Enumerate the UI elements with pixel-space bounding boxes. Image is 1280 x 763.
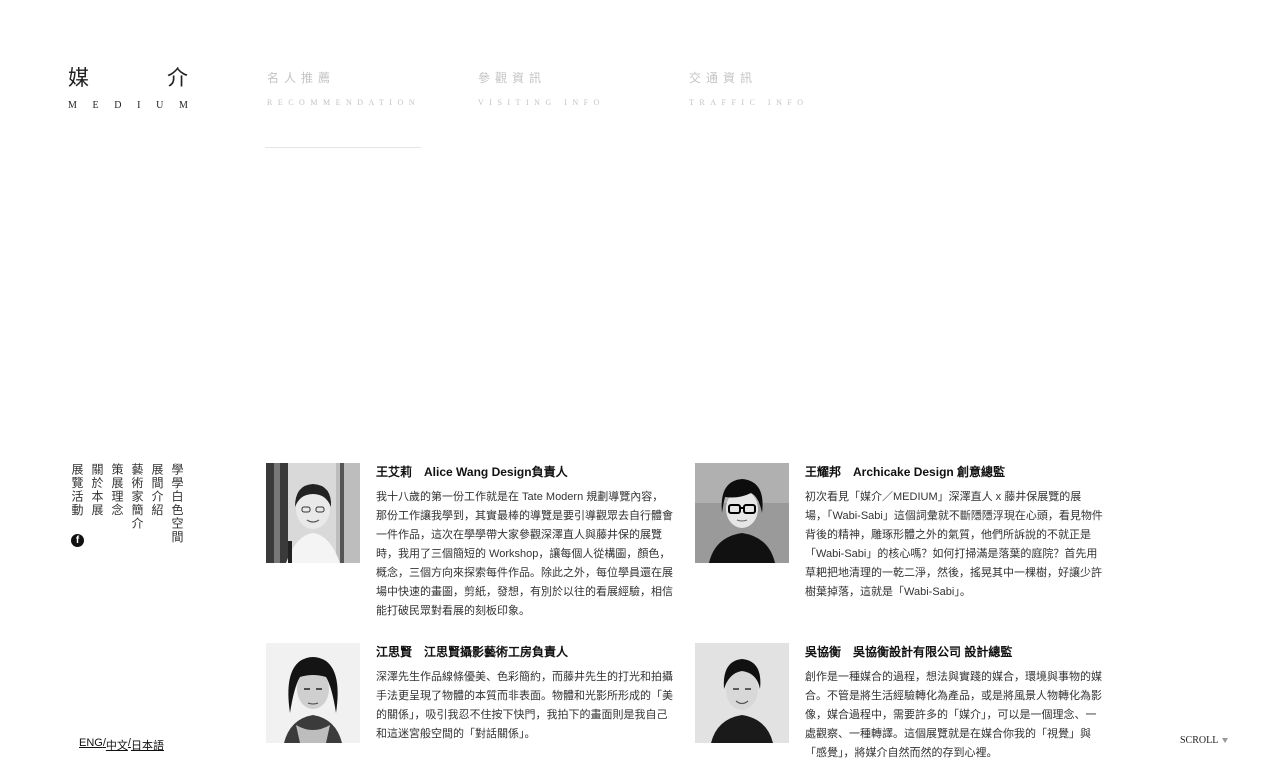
nav-visiting-info[interactable]: 參觀資訊 Visiting Info: [478, 70, 605, 107]
recommender-heading: 王艾莉 Alice Wang Design負責人: [376, 465, 674, 479]
portrait-photo: [266, 463, 360, 563]
portrait-photo: [695, 463, 789, 563]
nav-label-zh: 名人推薦: [267, 71, 336, 85]
site-logo[interactable]: 媒 介 M E D I U M: [68, 66, 188, 111]
logo-char: 媒: [68, 66, 89, 90]
logo-char: 介: [167, 66, 188, 90]
nav-label-en: Traffic Info: [689, 98, 809, 107]
recommendation-card: 吳協衡 吳協衡設計有限公司 設計總監 創作是一種媒合的過程，想法與實踐的媒合，環境…: [695, 643, 1103, 763]
recommendation-card: 江思賢 江思賢攝影藝術工房負責人 深澤先生作品線條優美、色彩簡約，而藤井先生的打光…: [266, 643, 674, 744]
scroll-label: SCROLL: [1180, 735, 1219, 746]
recommender-name: 江思賢: [376, 645, 413, 659]
logo-chinese: 媒 介: [68, 66, 188, 90]
nav-label-en: Recommendation: [267, 98, 420, 107]
recommendation-card: 王艾莉 Alice Wang Design負責人 我十八歲的第一份工作就是在 Ta…: [266, 463, 674, 621]
recommender-heading: 王耀邦 Archicake Design 創意總監: [805, 465, 1103, 479]
nav-label-en: Visiting Info: [478, 98, 605, 107]
nav-traffic-info[interactable]: 交通資訊 Traffic Info: [689, 70, 809, 107]
logo-letter: I: [137, 100, 141, 111]
recommender-name: 王耀邦: [805, 465, 842, 479]
language-ja-link[interactable]: 日本語: [131, 737, 164, 753]
side-menu-about[interactable]: 關於本展: [90, 463, 104, 544]
logo-letter: D: [114, 100, 122, 111]
logo-letter: M: [179, 100, 188, 111]
logo-letter: M: [68, 100, 77, 111]
nav-recommendation[interactable]: 名人推薦 Recommendation: [267, 70, 420, 107]
recommender-role: Alice Wang Design負責人: [424, 465, 568, 479]
recommendation-text: 深澤先生作品線條優美、色彩簡約，而藤井先生的打光和拍攝手法更呈現了物體的本質而非…: [376, 671, 673, 740]
recommendation-text: 初次看見「媒介／MEDIUM」深澤直人 x 藤井保展覽的展場，「Wabi-Sab…: [805, 491, 1103, 598]
nav-label-zh: 參觀資訊: [478, 71, 547, 85]
recommender-heading: 江思賢 江思賢攝影藝術工房負責人: [376, 645, 674, 659]
language-switcher: ENG / 中文 / 日本語: [79, 737, 164, 753]
logo-letter: E: [92, 100, 99, 111]
side-menu-curatorial-concept[interactable]: 策展理念: [110, 463, 124, 544]
recommender-role: Archicake Design 創意總監: [853, 465, 1006, 479]
recommender-role: 吳協衡設計有限公司 設計總監: [853, 645, 1013, 659]
side-menu-exhibition-events[interactable]: 展覽活動: [70, 463, 84, 544]
recommendation-text: 我十八歲的第一份工作就是在 Tate Modern 規劃導覽內容，那份工作讓我學…: [376, 491, 673, 617]
triangle-down-icon: [1222, 738, 1229, 743]
nav-label-zh: 交通資訊: [689, 71, 758, 85]
portrait-photo: [266, 643, 360, 743]
side-menu-xue-xue-white-space[interactable]: 學學白色空間: [170, 463, 184, 544]
language-eng-link[interactable]: ENG: [79, 737, 103, 753]
side-menu-artists[interactable]: 藝術家簡介: [130, 463, 144, 544]
recommender-role: 江思賢攝影藝術工房負責人: [424, 645, 569, 659]
recommendation-text: 創作是一種媒合的過程，想法與實踐的媒合，環境與事物的媒合。不管是將生活經驗轉化為…: [805, 671, 1102, 759]
recommender-heading: 吳協衡 吳協衡設計有限公司 設計總監: [805, 645, 1103, 659]
facebook-icon[interactable]: f: [71, 534, 84, 547]
recommendation-card: 王耀邦 Archicake Design 創意總監 初次看見「媒介／MEDIUM」…: [695, 463, 1103, 602]
recommender-name: 吳協衡: [805, 645, 842, 659]
scroll-indicator[interactable]: SCROLL: [1180, 735, 1229, 746]
logo-english: M E D I U M: [68, 100, 188, 111]
portrait-photo: [695, 643, 789, 743]
nav-active-underline: [265, 147, 421, 148]
side-menu-gallery[interactable]: 展間介紹: [150, 463, 164, 544]
language-zh-link[interactable]: 中文: [106, 737, 128, 753]
logo-letter: U: [156, 100, 164, 111]
recommender-name: 王艾莉: [376, 465, 413, 479]
